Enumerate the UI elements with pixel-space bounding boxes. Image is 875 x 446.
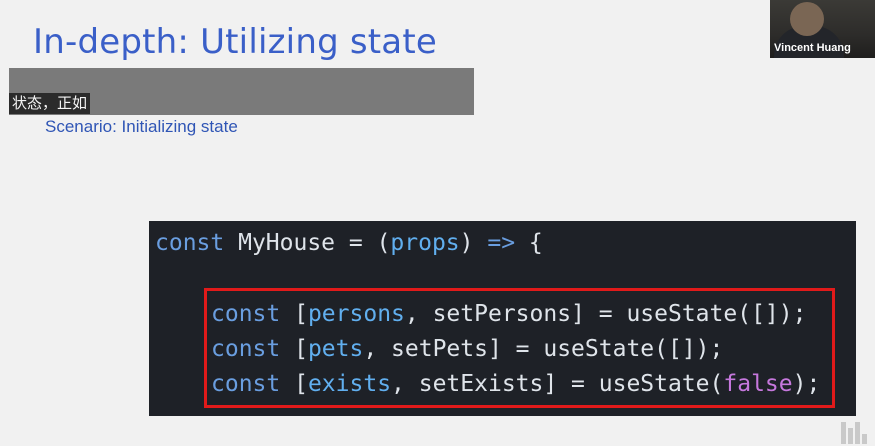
code-block: const MyHouse = (props) => { const [pers… bbox=[149, 221, 856, 416]
scenario-text: Scenario: Initializing state bbox=[45, 117, 238, 136]
code-text: ) bbox=[459, 230, 488, 256]
participant-video-tile[interactable]: Vincent Huang bbox=[770, 0, 875, 58]
code-text: [ bbox=[280, 371, 308, 397]
code-text: , setPets] = useState([]); bbox=[363, 336, 724, 362]
code-text: , setExists] = useState( bbox=[391, 371, 724, 397]
code-text: [ bbox=[280, 336, 308, 362]
code-variable: exists bbox=[307, 371, 392, 397]
participant-head bbox=[790, 2, 824, 36]
code-variable: pets bbox=[307, 336, 364, 362]
code-text: ); bbox=[792, 371, 821, 397]
code-line-4: const [exists, setExists] = useState(fal… bbox=[211, 370, 820, 398]
code-keyword: const bbox=[211, 336, 281, 362]
mit-logo-icon bbox=[841, 420, 871, 444]
code-keyword: const bbox=[155, 230, 225, 256]
slide-title: In-depth: Utilizing state bbox=[33, 22, 437, 62]
code-keyword: const bbox=[211, 371, 281, 397]
code-literal: false bbox=[723, 371, 793, 397]
code-text: [ bbox=[280, 301, 308, 327]
code-text: { bbox=[515, 230, 543, 256]
code-line-3: const [pets, setPets] = useState([]); bbox=[211, 335, 723, 363]
code-keyword: const bbox=[211, 301, 281, 327]
code-line-1: const MyHouse = (props) => { bbox=[155, 229, 543, 257]
caption-text: 状态，正如 bbox=[9, 93, 91, 114]
code-arrow: => bbox=[487, 230, 516, 256]
code-variable: props bbox=[390, 230, 460, 256]
participant-name: Vincent Huang bbox=[774, 42, 851, 54]
code-text: , setPersons] = useState([]); bbox=[404, 301, 807, 327]
code-variable: persons bbox=[307, 301, 405, 327]
code-text: MyHouse = ( bbox=[224, 230, 391, 256]
code-line-2: const [persons, setPersons] = useState([… bbox=[211, 300, 806, 328]
